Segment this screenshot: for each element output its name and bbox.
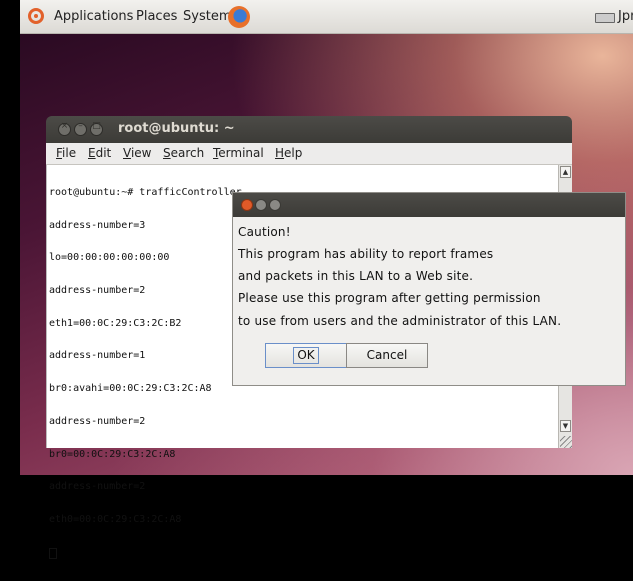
minimize-icon: – (78, 121, 83, 131)
menu-search[interactable]: Search (163, 146, 204, 160)
terminal-cursor-line (49, 547, 242, 559)
menu-view[interactable]: View (123, 146, 151, 160)
terminal-line: address-number=3 (49, 219, 146, 231)
applications-menu[interactable]: Applications (54, 9, 133, 24)
terminal-line: address-number=2 (49, 415, 146, 427)
maximize-icon: □ (92, 121, 101, 131)
resize-grip-icon[interactable] (560, 436, 572, 448)
terminal-line: address-number=2 (49, 481, 146, 493)
terminal-title: root@ubuntu: ~ (118, 121, 235, 136)
dialog-message-line: This program has ability to report frame… (238, 247, 494, 261)
dialog-minimize-button[interactable] (255, 199, 267, 211)
terminal-line: eth0=00:0C:29:C3:2C:A8 (49, 514, 182, 525)
caution-dialog: Caution! This program has ability to rep… (232, 192, 626, 386)
close-icon: × (60, 121, 69, 131)
dialog-heading: Caution! (238, 225, 291, 239)
cancel-button[interactable]: Cancel (346, 343, 428, 368)
places-menu[interactable]: Places (136, 9, 177, 24)
dialog-titlebar[interactable] (233, 193, 625, 217)
system-menu[interactable]: System (183, 9, 231, 24)
terminal-minimize-button[interactable]: – (74, 121, 87, 136)
ok-button-label: OK (293, 347, 319, 364)
menu-edit[interactable]: Edit (88, 146, 111, 160)
left-black-strip (0, 0, 20, 475)
terminal-line: lo=00:00:00:00:00:00 (49, 252, 170, 264)
terminal-maximize-button[interactable]: □ (90, 121, 103, 136)
terminal-line: address-number=2 (49, 284, 146, 296)
terminal-menubar: File Edit View Search Terminal Help (46, 143, 572, 165)
top-panel: Applications Places System Jpn (20, 0, 633, 34)
terminal-text: root@ubuntu:~# trafficController address… (49, 166, 242, 581)
keyboard-layout-indicator[interactable]: Jpn (618, 9, 633, 24)
menu-terminal[interactable]: Terminal (213, 146, 264, 160)
ok-button[interactable]: OK (265, 343, 347, 368)
dialog-message-line: and packets in this LAN to a Web site. (238, 269, 474, 283)
terminal-line: eth1=00:0C:29:C3:2C:B2 (49, 317, 182, 329)
terminal-line: address-number=1 (49, 350, 146, 362)
dialog-message-line: Please use this program after getting pe… (238, 291, 541, 305)
menu-file[interactable]: File (56, 146, 76, 160)
ubuntu-logo-icon[interactable] (28, 8, 44, 24)
scroll-down-arrow-icon[interactable]: ▼ (560, 420, 571, 432)
terminal-close-button[interactable]: × (58, 121, 71, 136)
terminal-line: br0:avahi=00:0C:29:C3:2C:A8 (49, 383, 212, 395)
keyboard-icon[interactable] (595, 13, 615, 23)
menu-help[interactable]: Help (275, 146, 302, 160)
terminal-line: root@ubuntu:~# trafficController (49, 186, 242, 198)
scroll-up-arrow-icon[interactable]: ▲ (560, 166, 571, 178)
terminal-line: br0=00:0C:29:C3:2C:A8 (49, 448, 176, 460)
dialog-maximize-button[interactable] (269, 199, 281, 211)
firefox-icon[interactable] (228, 6, 250, 28)
terminal-titlebar[interactable]: × – □ root@ubuntu: ~ (46, 116, 572, 143)
dialog-close-button[interactable] (241, 199, 253, 211)
terminal-cursor (49, 547, 57, 559)
dialog-message-line: to use from users and the administrator … (238, 314, 562, 328)
